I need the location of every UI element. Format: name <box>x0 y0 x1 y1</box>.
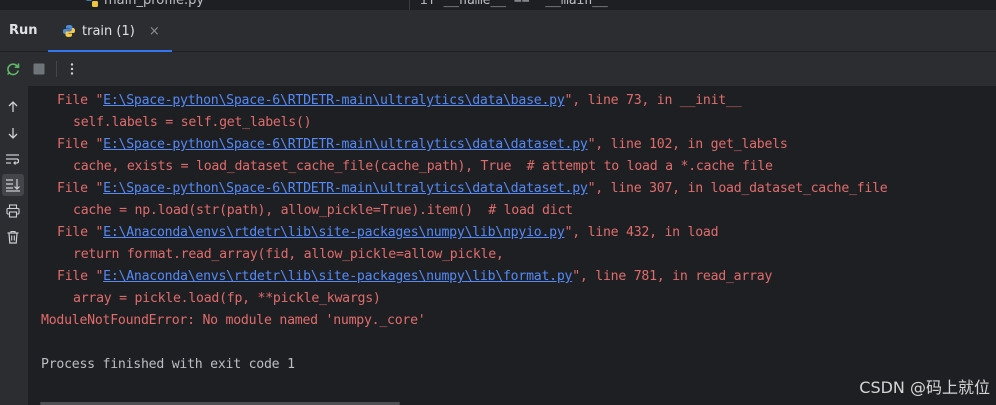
traceback-prefix: File " <box>57 225 104 240</box>
process-exit-line: Process finished with exit code 1 <box>41 357 295 372</box>
traceback-suffix: ", line 432, in load <box>564 225 719 240</box>
traceback-file-line: File "E:\Anaconda\envs\rtdetr\lib\site-p… <box>57 223 719 243</box>
traceback-prefix: File " <box>57 269 104 284</box>
run-tab-train[interactable]: train (1) × <box>48 10 172 52</box>
python-run-config-icon <box>63 25 75 37</box>
traceback-code-line: array = pickle.load(fp, **pickle_kwargs) <box>73 291 381 306</box>
scroll-down-button[interactable] <box>2 122 24 144</box>
traceback-code-line: cache = np.load(str(path), allow_pickle=… <box>73 203 573 218</box>
console-side-toolbar <box>0 86 28 405</box>
file-link[interactable]: E:\Space-python\Space-6\RTDETR-main\ultr… <box>103 181 588 196</box>
scroll-to-end-button[interactable] <box>2 174 24 196</box>
traceback-suffix: ", line 102, in get_labels <box>587 137 788 152</box>
error-message-line: ModuleNotFoundError: No module named 'nu… <box>41 313 426 328</box>
rerun-button[interactable] <box>0 56 26 82</box>
editor-split-divider <box>409 0 410 10</box>
editor-tab-strip: main_profile.py if __name__ == '__main__… <box>0 0 996 10</box>
traceback-file-line: File "E:\Space-python\Space-6\RTDETR-mai… <box>57 135 788 155</box>
more-options-button[interactable] <box>59 56 85 82</box>
python-file-icon <box>86 0 98 7</box>
run-window-header: Run train (1) × <box>0 10 996 52</box>
editor-tab-main-profile[interactable]: main_profile.py <box>86 0 204 8</box>
rerun-icon <box>7 63 20 76</box>
editor-code-snippet: if __name__ == '__main__' <box>420 0 616 8</box>
traceback-code-line: self.labels = self.get_labels() <box>73 115 312 130</box>
run-tab-label: train (1) <box>82 23 135 39</box>
run-toolbar <box>0 52 996 86</box>
traceback-suffix: ", line 307, in load_dataset_cache_file <box>587 181 888 196</box>
clear-all-button[interactable] <box>2 226 24 248</box>
close-icon[interactable]: × <box>149 24 160 39</box>
soft-wrap-icon <box>6 154 20 165</box>
print-icon <box>6 204 20 218</box>
traceback-prefix: File " <box>57 93 104 108</box>
scroll-to-end-icon <box>6 179 20 192</box>
toolbar-separator <box>56 61 57 77</box>
traceback-prefix: File " <box>57 137 104 152</box>
watermark-text: CSDN @码上就位 <box>859 378 990 397</box>
traceback-suffix: ", line 73, in __init__ <box>564 93 742 108</box>
editor-tab-label: main_profile.py <box>104 0 205 8</box>
scroll-up-button[interactable] <box>2 96 24 118</box>
trash-icon <box>7 230 19 244</box>
console-output[interactable]: File "E:\Space-python\Space-6\RTDETR-mai… <box>28 86 996 405</box>
file-link[interactable]: E:\Space-python\Space-6\RTDETR-main\ultr… <box>103 137 588 152</box>
file-link[interactable]: E:\Anaconda\envs\rtdetr\lib\site-package… <box>103 225 565 240</box>
more-vertical-icon <box>70 63 74 75</box>
traceback-code-line: cache, exists = load_dataset_cache_file(… <box>73 159 773 174</box>
print-button[interactable] <box>2 200 24 222</box>
traceback-file-line: File "E:\Space-python\Space-6\RTDETR-mai… <box>57 179 888 199</box>
traceback-suffix: ", line 781, in read_array <box>572 269 773 284</box>
traceback-file-line: File "E:\Anaconda\envs\rtdetr\lib\site-p… <box>57 267 772 287</box>
file-link[interactable]: E:\Anaconda\envs\rtdetr\lib\site-package… <box>103 269 572 284</box>
run-window-title: Run <box>9 23 38 38</box>
traceback-code-line: return format.read_array(fid, allow_pick… <box>73 247 504 262</box>
soft-wrap-button[interactable] <box>2 148 24 170</box>
traceback-prefix: File " <box>57 181 104 196</box>
file-link[interactable]: E:\Space-python\Space-6\RTDETR-main\ultr… <box>103 93 565 108</box>
stop-icon <box>33 63 45 75</box>
arrow-down-icon <box>8 128 18 139</box>
arrow-up-icon <box>8 101 18 112</box>
stop-button[interactable] <box>26 56 52 82</box>
traceback-file-line: File "E:\Space-python\Space-6\RTDETR-mai… <box>57 91 742 111</box>
